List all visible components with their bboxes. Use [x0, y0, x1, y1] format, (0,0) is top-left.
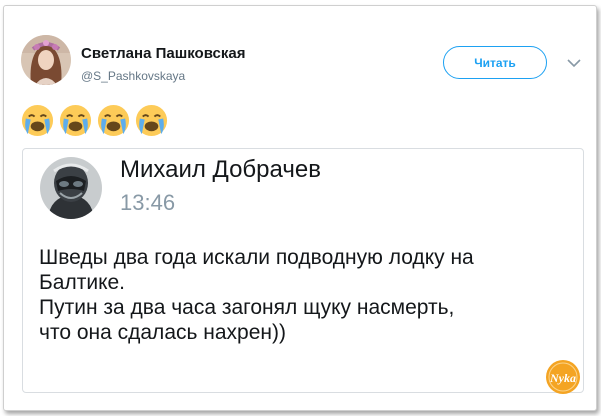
follow-button[interactable]: Читать — [443, 46, 547, 79]
author-avatar[interactable] — [21, 35, 71, 85]
post-line: Балтике. — [39, 271, 125, 294]
watermark-logo: Nyka — [545, 359, 581, 395]
post-line: Шведы два года искали подводную лодку на — [39, 246, 474, 269]
post-line: что она сдалась нахрен)) — [39, 321, 286, 344]
post-line: Путин за два часа загонял щуку насмерть, — [39, 296, 455, 319]
loudly-crying-face-icon — [135, 104, 168, 137]
author-handle[interactable]: @S_Pashkovskaya — [81, 69, 185, 83]
author-name[interactable]: Светлана Пашковская — [81, 45, 245, 62]
embedded-post-card[interactable]: Михаил Добрачев 13:46 Шведы два года иск… — [22, 148, 584, 393]
svg-text:Nyka: Nyka — [549, 371, 576, 385]
embedded-author-name: Михаил Добрачев — [120, 156, 321, 183]
embedded-post-text: Шведы два года искали подводную лодку на… — [39, 245, 569, 345]
emoji-row — [20, 103, 169, 138]
loudly-crying-face-icon — [21, 104, 54, 137]
embedded-author-avatar — [40, 157, 102, 219]
tweet-frame: Светлана Пашковская @S_Pashkovskaya Чита… — [3, 5, 597, 411]
chevron-down-icon[interactable] — [566, 56, 582, 68]
loudly-crying-face-icon — [59, 104, 92, 137]
loudly-crying-face-icon — [97, 104, 130, 137]
embedded-post-time: 13:46 — [120, 190, 176, 215]
